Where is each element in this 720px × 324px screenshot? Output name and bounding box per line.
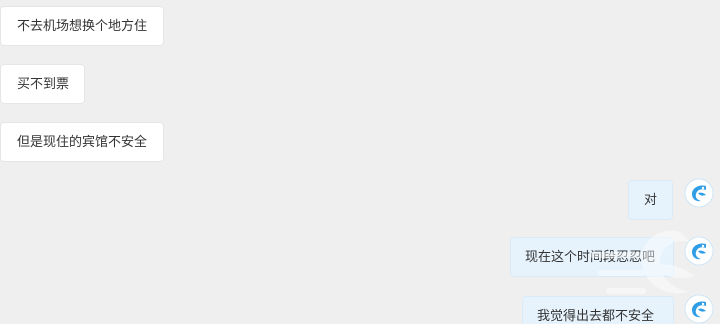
incoming-message-bubble: 买不到票	[0, 64, 85, 104]
outgoing-message-bubble: 对	[628, 180, 673, 220]
outgoing-message-bubble: 现在这个时间段忍忍吧	[510, 237, 674, 277]
incoming-message-bubble: 不去机场想换个地方住	[0, 6, 164, 46]
bird-logo-icon[interactable]	[684, 178, 714, 208]
incoming-message-bubble: 但是现住的宾馆不安全	[0, 122, 164, 162]
outgoing-message-bubble: 我觉得出去都不安全	[522, 296, 674, 324]
chat-message-list[interactable]: 不去机场想换个地方住 买不到票 但是现住的宾馆不安全 对 现在这个时间段忍忍吧 …	[0, 0, 720, 324]
bird-logo-icon[interactable]	[684, 236, 714, 266]
bird-logo-icon[interactable]	[684, 294, 714, 324]
